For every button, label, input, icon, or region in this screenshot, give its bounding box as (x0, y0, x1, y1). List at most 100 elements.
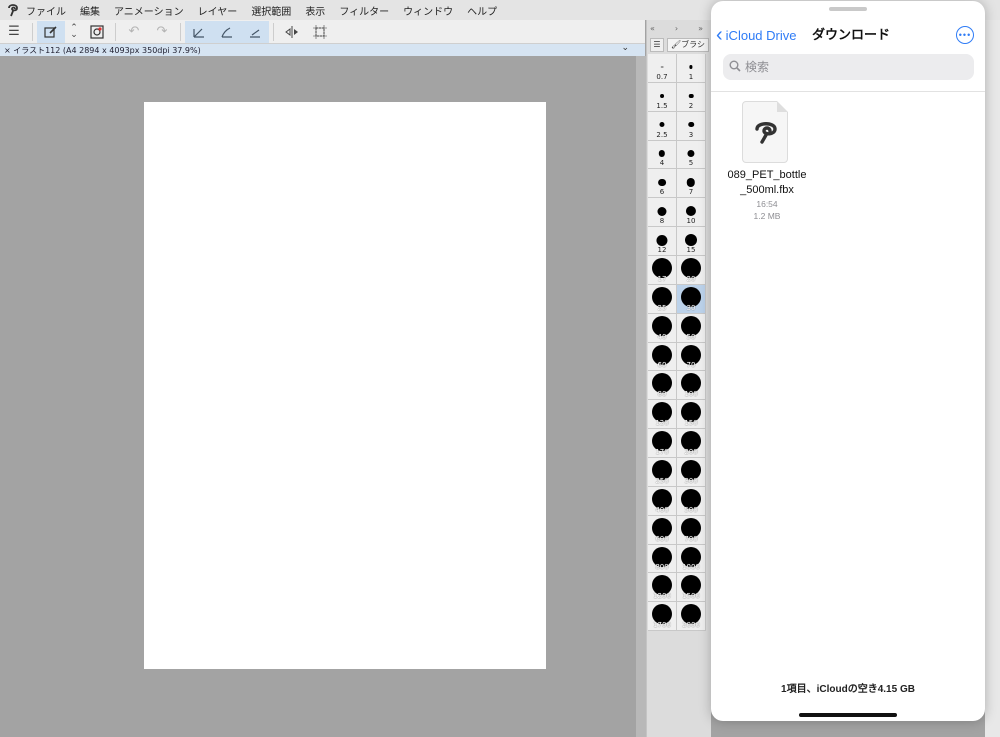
snap-ruler-icon[interactable] (185, 20, 213, 43)
file-item[interactable]: 089_PET_bottle_500ml.fbx 16:54 1.2 MB (727, 101, 807, 222)
tab-brush-size[interactable]: 🖌ブラシ (667, 38, 709, 52)
brush-size-cell[interactable]: 3 (677, 111, 706, 141)
menu-item[interactable]: ウィンドウ (403, 3, 453, 18)
undo-icon[interactable]: ↶ (120, 21, 148, 43)
brush-size-label: 2 (688, 101, 694, 110)
brush-size-cell[interactable]: 1000 (677, 544, 706, 574)
brush-size-cell[interactable]: 1500 (677, 573, 706, 603)
brush-size-cell[interactable]: 5 (677, 140, 706, 170)
brush-size-cell[interactable]: 80 (648, 371, 677, 401)
menu-item[interactable]: 選択範囲 (251, 3, 291, 18)
tab-brush-label: ブラシ (681, 40, 705, 49)
palette-menu-icon[interactable]: ☰ (650, 38, 664, 52)
brush-size-cell[interactable]: 1 (677, 54, 706, 83)
brush-size-cell[interactable]: 8 (648, 198, 677, 228)
expand-collapse-icon[interactable]: ⌃ ⌄ (65, 21, 83, 43)
brush-size-cell[interactable]: 700 (677, 515, 706, 545)
collapse-left-icon[interactable]: « (650, 24, 655, 33)
brush-size-cell[interactable]: 2 (677, 82, 706, 112)
more-options-icon[interactable]: ••• (956, 26, 974, 44)
brush-size-cell[interactable]: 2000 (677, 602, 706, 632)
brush-size-cell[interactable]: 200 (677, 429, 706, 459)
brush-size-label: 40 (657, 332, 667, 341)
brush-size-cell[interactable]: 70 (677, 342, 706, 372)
sheet-grabber[interactable] (829, 7, 867, 11)
brush-size-cell[interactable]: 300 (677, 458, 706, 487)
brush-size-cell[interactable]: 50 (677, 313, 706, 343)
brush-size-label: 500 (684, 505, 698, 514)
toolbar-divider (273, 22, 274, 41)
brush-size-cell[interactable]: 30 (677, 284, 706, 314)
brush-size-cell[interactable]: 0.7 (648, 54, 677, 83)
menu-item[interactable]: フィルター (339, 3, 389, 18)
brush-size-label: 2000 (682, 621, 700, 630)
brush-size-cell[interactable]: 1.5 (648, 82, 677, 112)
brush-size-cell[interactable]: 1700 (648, 602, 677, 632)
brush-size-cell[interactable]: 10 (677, 198, 706, 228)
search-bar[interactable] (723, 54, 974, 80)
back-button[interactable]: ‹ iCloud Drive (716, 25, 796, 45)
menu-item[interactable]: ファイル (26, 3, 66, 18)
brush-size-cell[interactable]: 250 (648, 458, 677, 487)
brush-size-cell[interactable]: 17 (648, 256, 677, 285)
menu-item[interactable]: ヘルプ (467, 3, 497, 18)
redo-icon[interactable]: ↷ (148, 21, 176, 43)
brush-size-dot (660, 93, 664, 98)
brush-size-cell[interactable]: 4 (648, 140, 677, 170)
snap-grid-icon[interactable] (241, 20, 269, 43)
brush-size-dot (658, 150, 666, 157)
fbx-file-icon (742, 101, 788, 163)
brush-size-label: 7 (688, 188, 694, 197)
palette-arrow-icon[interactable]: › (675, 24, 678, 33)
menu-hamburger-icon[interactable]: ☰ (0, 21, 28, 43)
collapse-right-icon[interactable]: » (698, 24, 703, 33)
brush-size-dot (689, 65, 693, 69)
brush-size-cell[interactable]: 170 (648, 429, 677, 459)
brush-size-label: 60 (657, 361, 667, 370)
brush-size-cell[interactable]: 25 (648, 284, 677, 314)
edit-layer-icon[interactable] (37, 20, 65, 43)
brush-size-cell[interactable]: 2.5 (648, 111, 677, 141)
search-input[interactable] (745, 60, 945, 74)
chevron-down-icon[interactable]: ⌄ (621, 43, 629, 53)
document-tab[interactable]: × イラスト112 (A4 2894 x 4093px 350dpi 37.9%… (0, 43, 645, 56)
brush-size-cell[interactable]: 800 (648, 544, 677, 574)
flip-horizontal-icon[interactable] (278, 21, 306, 43)
brush-size-cell[interactable]: 40 (648, 313, 677, 343)
canvas-paper[interactable] (144, 102, 546, 669)
toolbar-divider (180, 22, 181, 41)
home-indicator[interactable] (799, 713, 897, 717)
brush-size-cell[interactable]: 7 (677, 169, 706, 199)
brush-size-label: 2.5 (656, 130, 668, 139)
menu-item[interactable]: レイヤー (198, 3, 238, 18)
canvas-area[interactable] (0, 56, 636, 737)
brush-size-label: 800 (655, 563, 669, 572)
brush-size-label: 120 (655, 419, 669, 428)
brush-size-cell[interactable]: 6 (648, 169, 677, 199)
menu-item[interactable]: 表示 (305, 3, 325, 18)
command-bar: ☰ ⌃ ⌄ ↶ ↷ (0, 20, 645, 44)
target-layer-icon[interactable] (83, 21, 111, 43)
back-label: iCloud Drive (725, 27, 797, 43)
brush-size-cell[interactable]: 15 (677, 227, 706, 257)
brush-size-cell[interactable]: 12 (648, 227, 677, 257)
brush-size-label: 100 (684, 390, 698, 399)
toolbar-divider (115, 22, 116, 41)
brush-size-label: 1500 (682, 592, 700, 601)
menu-item[interactable]: 編集 (80, 3, 100, 18)
brush-size-label: 1200 (653, 592, 671, 601)
brush-size-cell[interactable]: 1200 (648, 573, 677, 603)
brush-size-cell[interactable]: 150 (677, 400, 706, 430)
brush-size-cell[interactable]: 500 (677, 486, 706, 516)
brush-size-cell[interactable]: 100 (677, 371, 706, 401)
snap-special-ruler-icon[interactable] (213, 20, 241, 43)
transform-icon[interactable] (306, 21, 334, 43)
brush-size-cell[interactable]: 60 (648, 342, 677, 372)
brush-size-cell[interactable]: 400 (648, 486, 677, 516)
brush-size-cell[interactable]: 20 (677, 256, 706, 285)
menu-item[interactable]: アニメーション (114, 3, 184, 18)
brush-size-cell[interactable]: 120 (648, 400, 677, 430)
clip-studio-logo-icon[interactable] (0, 3, 26, 17)
brush-size-label: 250 (655, 476, 669, 485)
brush-size-cell[interactable]: 600 (648, 515, 677, 545)
